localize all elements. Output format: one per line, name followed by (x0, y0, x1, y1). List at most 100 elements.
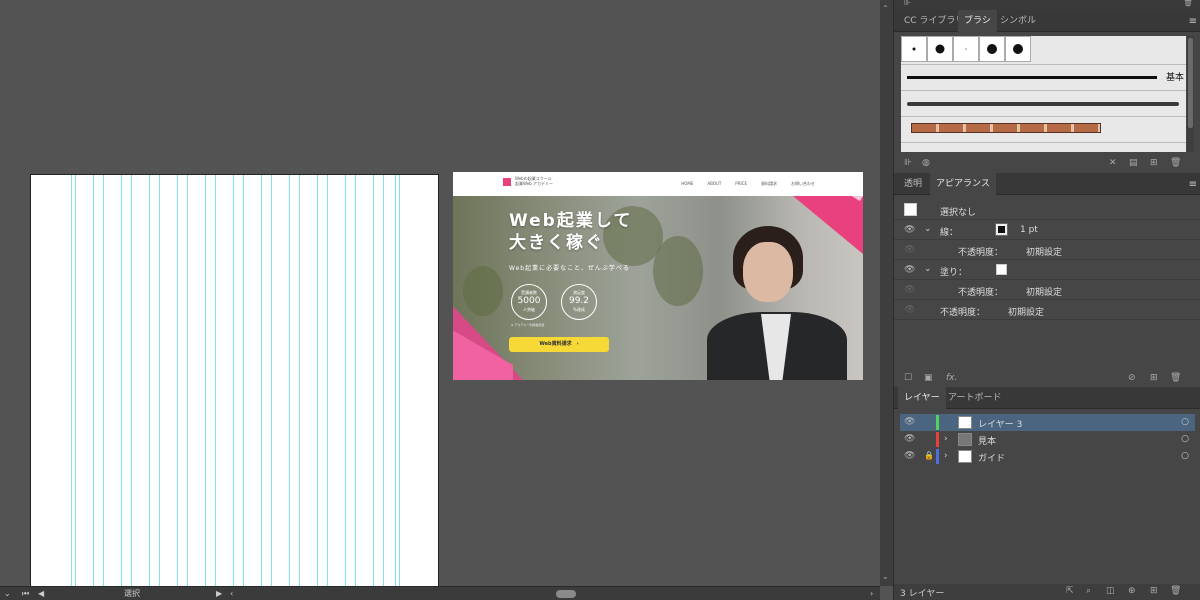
library-icon[interactable]: ⊪ (904, 0, 911, 7)
vertical-scrollbar[interactable]: ⌃ ⌄ (880, 0, 893, 586)
appearance-stroke-row[interactable]: 👁 ⌄ 線： 1 pt (894, 220, 1200, 240)
layer-row[interactable]: 👁 レイヤー 3 ○ (900, 414, 1195, 431)
layer-color-bar (936, 415, 939, 430)
tab-transparency[interactable]: 透明 (898, 173, 928, 195)
eye-icon[interactable]: 👁 (904, 285, 915, 295)
layer-name[interactable]: ガイド (978, 451, 1005, 464)
scroll-down-icon[interactable]: ⌄ (882, 572, 889, 581)
delete-brush-icon[interactable]: 🗑 (1170, 158, 1181, 168)
brush-chain[interactable] (901, 116, 1186, 140)
stroke-opacity-value[interactable]: 初期設定 (1026, 245, 1062, 258)
delete-layer-icon[interactable]: 🗑 (1170, 586, 1181, 596)
panel-menu-icon[interactable]: ≡ (1189, 16, 1197, 27)
chevron-right-icon[interactable]: › (944, 434, 948, 444)
eye-icon[interactable]: 👁 (904, 265, 915, 275)
appearance-stroke-opacity-row[interactable]: 👁 不透明度： 初期設定 (894, 240, 1200, 260)
tab-artboards[interactable]: アートボード (942, 387, 1007, 409)
brush-charcoal[interactable] (901, 90, 1186, 114)
scroll-left-icon[interactable]: ‹ (230, 588, 233, 600)
remove-stroke-icon[interactable]: ✕ (1109, 158, 1117, 168)
chevron-down-icon[interactable]: ⌄ (4, 588, 11, 600)
tab-symbols[interactable]: シンボル (994, 10, 1042, 32)
brush-panel-tabs: CC ライブラリ ブラシ シンボル ≡ (894, 10, 1200, 32)
lock-icon[interactable]: 🔒 (924, 451, 934, 460)
clear-appearance-icon[interactable]: ⊘ (1128, 373, 1136, 383)
eye-icon[interactable]: 👁 (904, 305, 915, 315)
fill-opacity-label[interactable]: 不透明度： (958, 285, 1003, 298)
clipping-mask-icon[interactable]: ◫ (1106, 586, 1115, 596)
fx-icon[interactable]: fx. (946, 373, 957, 383)
brush-scroll-thumb[interactable] (1188, 38, 1193, 128)
target-circle-icon[interactable]: ○ (1181, 434, 1189, 444)
vertical-guide (261, 175, 262, 586)
search-icon[interactable]: ⌕ (1086, 586, 1091, 596)
opacity-value[interactable]: 初期設定 (1008, 305, 1044, 318)
mockup-nav-price: PRICE (735, 181, 747, 186)
brush-basic[interactable]: 基本 (901, 64, 1186, 88)
brush-tip[interactable] (979, 36, 1005, 62)
layer-row[interactable]: 👁 🔒 › ガイド ○ (900, 448, 1195, 465)
vertical-guide (149, 175, 150, 586)
artboard-mockup[interactable]: Webの起業スクール 起業Web アカデミー HOME ABOUT PRICE … (453, 172, 863, 380)
horizontal-scrollbar[interactable] (236, 590, 866, 598)
mockup-logo-mark (503, 178, 511, 186)
badge-suffix: 人突破 (523, 307, 535, 312)
stroke-opacity-label[interactable]: 不透明度： (958, 245, 1003, 258)
fill-swatch[interactable] (996, 264, 1007, 275)
layer-name[interactable]: レイヤー 3 (978, 417, 1022, 430)
first-artboard-icon[interactable]: ⏮ (22, 588, 29, 600)
library-panel-icon[interactable]: ◍ (922, 158, 930, 168)
brush-tip[interactable] (927, 36, 953, 62)
export-icon[interactable]: ⇱ (1066, 586, 1074, 596)
scroll-up-icon[interactable]: ⌃ (882, 4, 889, 13)
appearance-fill-row[interactable]: 👁 ⌄ 塗り： (894, 260, 1200, 280)
eye-icon[interactable]: 👁 (904, 417, 915, 427)
brush-tip[interactable] (953, 36, 979, 62)
appearance-fill-opacity-row[interactable]: 👁 不透明度： 初期設定 (894, 280, 1200, 300)
current-tool-label[interactable]: 選択 (124, 588, 140, 600)
appearance-opacity-row[interactable]: 👁 不透明度： 初期設定 (894, 300, 1200, 320)
brush-scrollbar[interactable] (1187, 36, 1194, 152)
scroll-right-icon[interactable]: › (870, 588, 873, 600)
layer-row[interactable]: 👁 › 見本 ○ (900, 431, 1195, 448)
options-icon[interactable]: ▤ (1129, 158, 1138, 168)
chevron-down-icon[interactable]: ⌄ (924, 264, 932, 274)
eye-icon[interactable]: 👁 (904, 451, 915, 461)
add-fill-icon[interactable]: ▣ (924, 373, 933, 383)
opacity-label[interactable]: 不透明度： (940, 305, 985, 318)
eye-icon[interactable]: 👁 (904, 434, 915, 444)
previous-artboard-icon[interactable]: ◀ (38, 588, 44, 600)
target-circle-icon[interactable]: ○ (1181, 417, 1189, 427)
brush-tip[interactable] (1005, 36, 1031, 62)
tab-layers[interactable]: レイヤー (898, 387, 946, 409)
add-stroke-icon[interactable]: ☐ (904, 373, 912, 383)
document-canvas[interactable]: Webの起業スクール 起業Web アカデミー HOME ABOUT PRICE … (0, 0, 880, 586)
new-brush-icon[interactable]: ⊞ (1150, 158, 1158, 168)
stroke-label[interactable]: 線： (940, 225, 958, 238)
eye-icon[interactable]: 👁 (904, 225, 915, 235)
artboard-left[interactable] (30, 174, 439, 586)
panel-menu-icon[interactable]: ≡ (1189, 179, 1197, 190)
tab-appearance[interactable]: アピアランス (930, 173, 996, 195)
new-layer-icon[interactable]: ⊞ (1150, 586, 1158, 596)
status-menu-arrow-icon[interactable]: ▶ (216, 588, 222, 600)
chevron-right-icon[interactable]: › (944, 451, 948, 461)
brush-partial[interactable] (901, 142, 1186, 152)
fill-opacity-value[interactable]: 初期設定 (1026, 285, 1062, 298)
stroke-swatch[interactable] (995, 223, 1008, 236)
target-circle-icon[interactable]: ○ (1181, 451, 1189, 461)
eye-icon[interactable]: 👁 (904, 245, 915, 255)
stroke-weight-value[interactable]: 1 pt (1020, 225, 1038, 235)
delete-item-icon[interactable]: 🗑 (1170, 373, 1181, 383)
new-sublayer-icon[interactable]: ⊕ (1128, 586, 1136, 596)
layer-name[interactable]: 見本 (978, 434, 996, 447)
trash-icon[interactable]: 🗑 (1183, 0, 1193, 7)
brush-libraries-menu-icon[interactable]: ⊪ (904, 158, 912, 168)
tab-brushes[interactable]: ブラシ (958, 10, 997, 32)
duplicate-item-icon[interactable]: ⊞ (1150, 373, 1158, 383)
chevron-down-icon[interactable]: ⌄ (924, 224, 932, 234)
brush-tip[interactable] (901, 36, 927, 62)
fill-label[interactable]: 塗り： (940, 265, 967, 278)
horizontal-scroll-thumb[interactable] (556, 590, 576, 598)
brush-library[interactable]: 基本 (901, 36, 1186, 152)
